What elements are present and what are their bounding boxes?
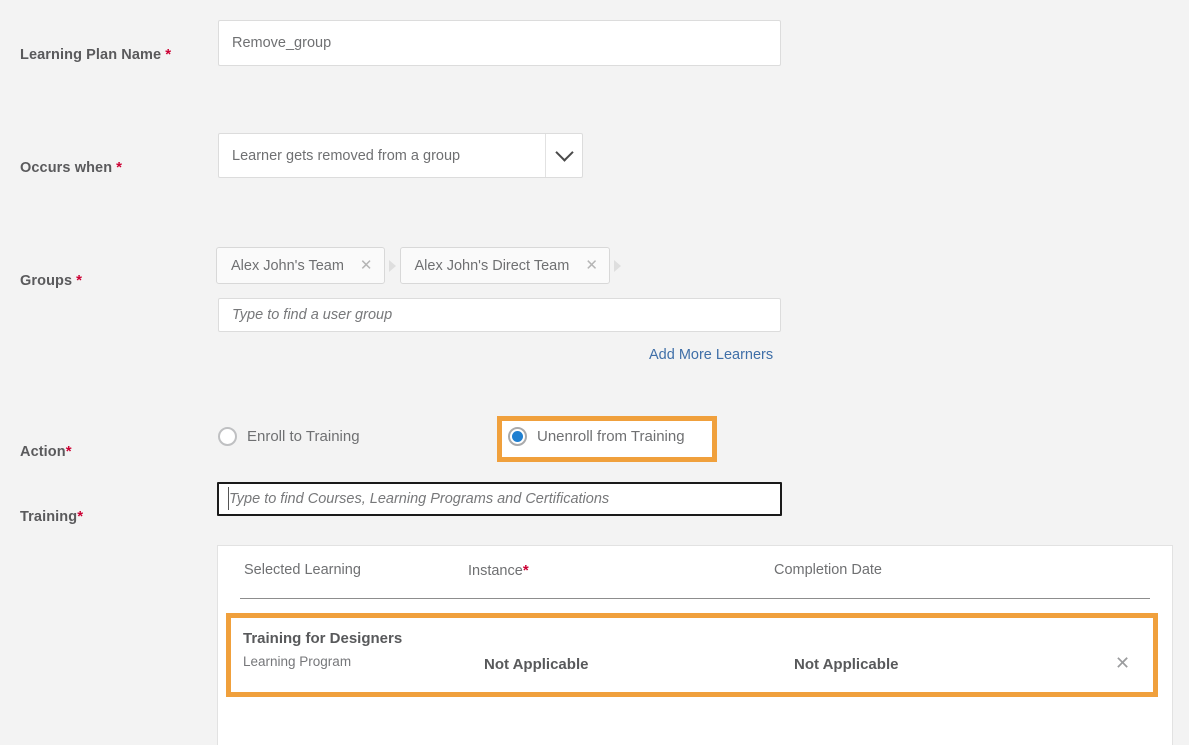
training-search-placeholder: Type to find Courses, Learning Programs … [229, 491, 609, 507]
training-search-input[interactable]: Type to find Courses, Learning Programs … [217, 482, 782, 516]
learning-plan-name-label: Learning Plan Name* [20, 46, 171, 63]
action-label-text: Action [20, 444, 66, 460]
required-asterisk: * [523, 562, 529, 579]
training-label-text: Training [20, 509, 77, 525]
radio-unenroll-from-training[interactable]: Unenroll from Training [508, 427, 685, 446]
occurs-when-selected-value: Learner gets removed from a group [219, 134, 545, 177]
table-header-instance: Instance* [468, 562, 529, 579]
action-label: Action* [20, 443, 72, 460]
table-header-completion-date: Completion Date [774, 562, 882, 578]
table-row-subtitle: Learning Program [243, 654, 351, 669]
group-search-input[interactable]: Type to find a user group [218, 298, 781, 332]
table-row-completion-date: Not Applicable [794, 656, 898, 673]
radio-enroll-label: Enroll to Training [247, 428, 360, 445]
close-icon[interactable]: ✕ [1115, 654, 1130, 672]
table-header-label: Instance [468, 563, 523, 579]
close-icon[interactable]: ✕ [360, 258, 373, 273]
group-chip-label: Alex John's Direct Team [415, 258, 570, 274]
occurs-when-label-text: Occurs when [20, 160, 112, 176]
group-chip-label: Alex John's Team [231, 258, 344, 274]
learning-plan-name-input[interactable]: Remove_group [218, 20, 781, 66]
learning-plan-name-label-text: Learning Plan Name [20, 47, 161, 63]
radio-unenroll-label: Unenroll from Training [537, 428, 685, 445]
table-header-row: Selected Learning Instance* Completion D… [240, 546, 1150, 599]
occurs-when-label: Occurs when* [20, 159, 122, 176]
required-asterisk: * [77, 508, 83, 525]
table-header-selected-learning: Selected Learning [244, 562, 361, 578]
group-chip[interactable]: Alex John's Team ✕ [216, 247, 385, 284]
required-asterisk: * [116, 159, 122, 176]
groups-label: Groups* [20, 272, 82, 289]
table-row[interactable]: Training for Designers Learning Program … [243, 628, 1143, 684]
groups-label-text: Groups [20, 273, 72, 289]
required-asterisk: * [165, 46, 171, 63]
text-caret [228, 487, 229, 510]
close-icon[interactable]: ✕ [585, 258, 598, 273]
chip-caret-icon [614, 260, 621, 272]
table-header-label: Selected Learning [244, 562, 361, 578]
training-label: Training* [20, 508, 83, 525]
table-row-title: Training for Designers [243, 630, 402, 647]
learning-plan-name-value: Remove_group [232, 35, 331, 51]
chip-caret-icon [389, 260, 396, 272]
table-row-instance: Not Applicable [484, 656, 588, 673]
radio-selected-icon [508, 427, 527, 446]
chevron-down-icon[interactable] [545, 134, 582, 177]
group-chip[interactable]: Alex John's Direct Team ✕ [400, 247, 610, 284]
required-asterisk: * [76, 272, 82, 289]
add-more-learners-link[interactable]: Add More Learners [649, 347, 773, 363]
groups-chip-list: Alex John's Team ✕ Alex John's Direct Te… [216, 247, 625, 284]
radio-enroll-to-training[interactable]: Enroll to Training [218, 427, 360, 446]
occurs-when-select[interactable]: Learner gets removed from a group [218, 133, 583, 178]
table-header-label: Completion Date [774, 562, 882, 578]
radio-unselected-icon [218, 427, 237, 446]
group-search-placeholder: Type to find a user group [232, 307, 392, 323]
required-asterisk: * [66, 443, 72, 460]
learning-plan-form: Learning Plan Name* Remove_group Occurs … [0, 0, 1189, 745]
